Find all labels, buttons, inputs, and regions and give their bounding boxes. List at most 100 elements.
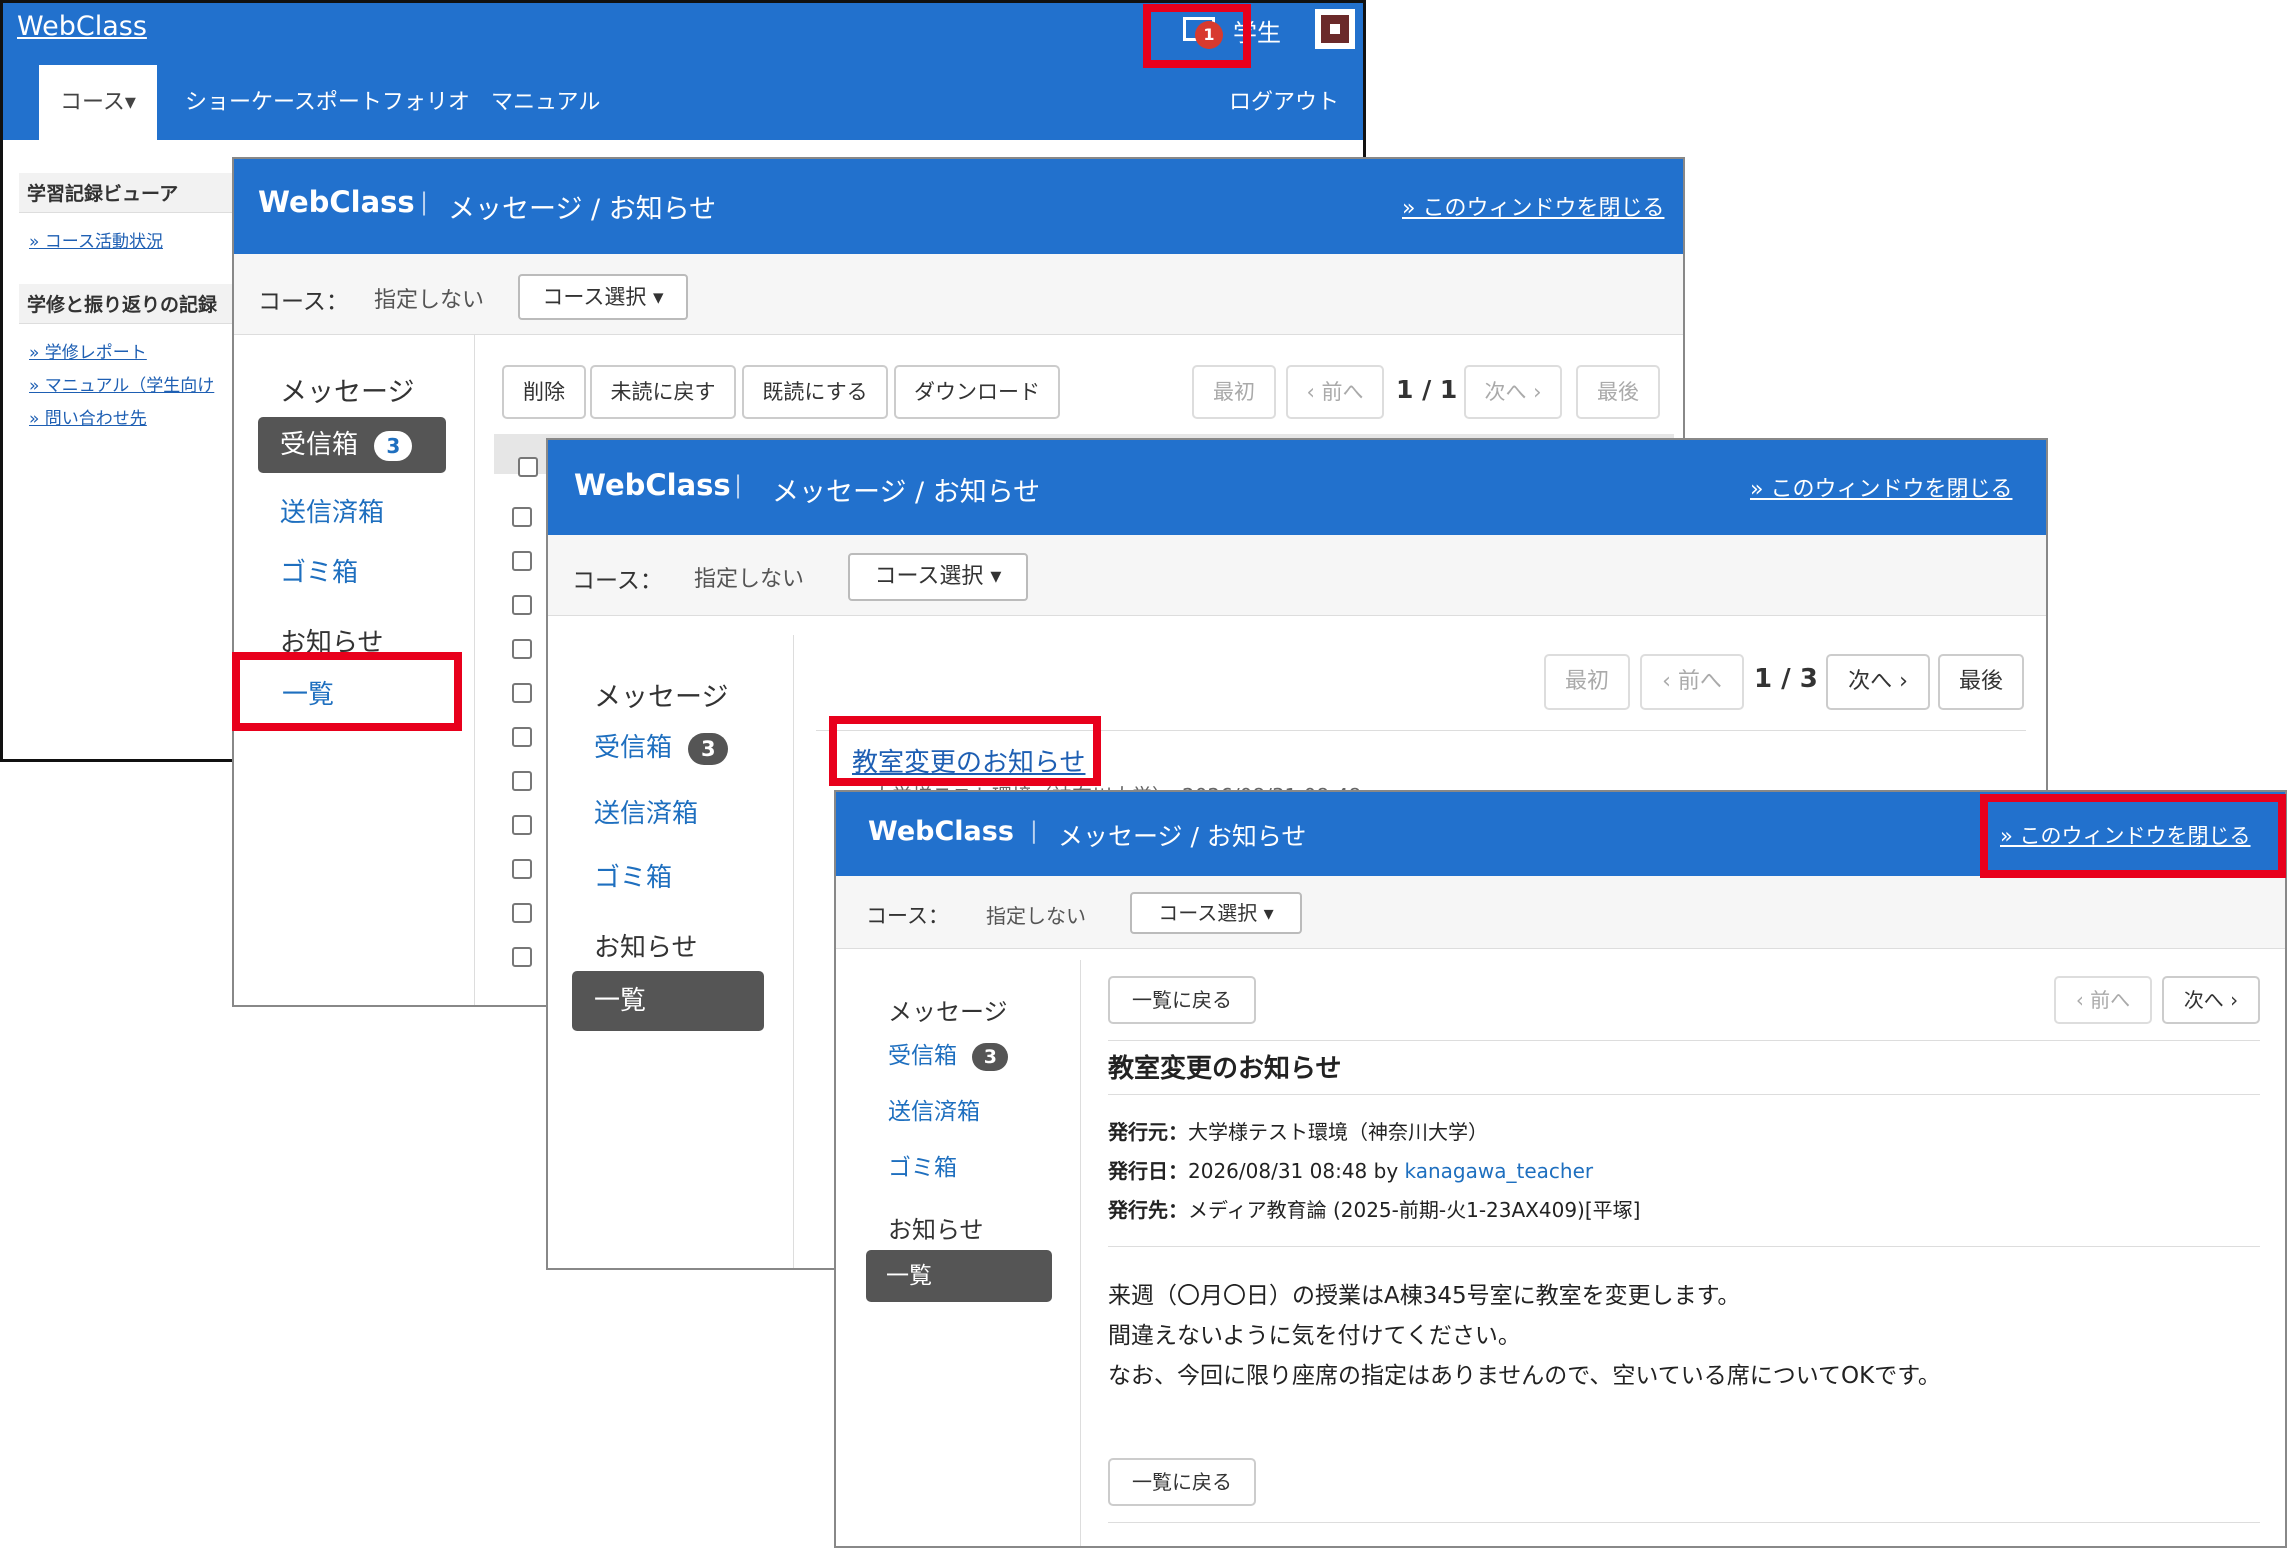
to-value: メディア教育論 (2025-前期-火1-23AX409)[平塚]: [1188, 1198, 1641, 1222]
sidebar-item-sent[interactable]: 送信済箱: [594, 793, 698, 830]
back-to-list-button-top[interactable]: 一覧に戻る: [1108, 976, 1256, 1024]
side-link-course-activity[interactable]: » コース活動状況: [19, 223, 239, 256]
inbox-label: 受信箱: [888, 1043, 957, 1069]
delete-button[interactable]: 削除: [502, 365, 586, 419]
course-bar: コース： 指定しない コース選択 ▾: [836, 876, 2285, 949]
sidebar-item-inbox[interactable]: 受信箱 3: [594, 727, 729, 765]
row-checkbox[interactable]: [512, 507, 532, 527]
messages-section-label: メッセージ: [888, 998, 1008, 1026]
pager-status: 1 / 1: [1396, 375, 1458, 404]
mail-count-badge[interactable]: 1: [1195, 21, 1223, 49]
course-select-button[interactable]: コース選択 ▾: [518, 274, 688, 320]
mark-read-button[interactable]: 既読にする: [742, 365, 888, 419]
detail-next-button[interactable]: 次へ ›: [2162, 976, 2260, 1024]
header-separator: |: [1030, 818, 1038, 844]
row-checkbox[interactable]: [512, 903, 532, 923]
body-line: 来週（〇月〇日）の授業はA棟345号室に教室を変更します。: [1108, 1283, 1741, 1309]
header-separator: |: [420, 188, 429, 216]
pager-status: 1 / 3: [1754, 664, 1818, 694]
detail-date-row: 発行日：2026/08/31 08:48 by kanagawa_teacher: [1108, 1155, 1593, 1184]
pager-next-button[interactable]: 次へ ›: [1464, 365, 1562, 419]
notices-section-label: お知らせ: [280, 628, 384, 658]
course-select-button[interactable]: コース選択 ▾: [1130, 892, 1302, 934]
pager-next-button[interactable]: 次へ ›: [1826, 654, 1930, 710]
from-label: 発行元：: [1108, 1120, 1188, 1144]
logout-link[interactable]: ログアウト: [1229, 65, 1339, 140]
header-logo: WebClass: [574, 468, 731, 502]
header-logo: WebClass: [258, 185, 415, 219]
detail-prev-button[interactable]: ‹ 前へ: [2054, 976, 2152, 1024]
row-checkbox[interactable]: [512, 595, 532, 615]
inbox-label: 受信箱: [280, 430, 359, 460]
side-nav: メッセージ 受信箱 3 送信済箱 ゴミ箱 お知らせ 一覧: [234, 334, 475, 1005]
row-checkbox[interactable]: [512, 815, 532, 835]
notices-section-label: お知らせ: [594, 933, 698, 963]
divider: [1108, 1246, 2260, 1247]
side-nav: メッセージ 受信箱 3 送信済箱 ゴミ箱 お知らせ 一覧: [836, 960, 1081, 1546]
sidebar-item-sent[interactable]: 送信済箱: [888, 1092, 980, 1126]
pager-prev-button[interactable]: ‹ 前へ: [1640, 654, 1744, 710]
nav-tab-manual[interactable]: マニュアル: [491, 65, 600, 140]
sidebar-item-trash[interactable]: ゴミ箱: [888, 1148, 957, 1182]
notice-title-link[interactable]: 教室変更のお知らせ: [852, 742, 1085, 779]
course-label: コース：: [572, 568, 663, 594]
avatar[interactable]: [1315, 9, 1355, 49]
window-header: WebClass | メッセージ / お知らせ » このウィンドウを閉じる: [836, 792, 2285, 876]
close-window-link[interactable]: » このウィンドウを閉じる: [1750, 471, 2012, 503]
side-section-title: 学修と振り返りの記録: [19, 284, 239, 324]
pager-last-button[interactable]: 最後: [1938, 654, 2024, 710]
top-bar: WebClass 1 学生 コース▾ ショーケースポートフォリオ マニュアル ロ…: [3, 3, 1363, 140]
sidebar-item-inbox[interactable]: 受信箱 3: [258, 417, 446, 473]
row-checkbox[interactable]: [512, 947, 532, 967]
pager-prev-button[interactable]: ‹ 前へ: [1286, 365, 1384, 419]
side-link-manual[interactable]: » マニュアル（学生向け: [19, 367, 239, 400]
select-all-checkbox[interactable]: [518, 457, 538, 477]
brand-link[interactable]: WebClass: [17, 11, 147, 42]
side-link-report[interactable]: » 学修レポート: [19, 334, 239, 367]
to-label: 発行先：: [1108, 1198, 1188, 1222]
download-button[interactable]: ダウンロード: [894, 365, 1060, 419]
nav-tab-showcase[interactable]: ショーケースポートフォリオ: [185, 65, 470, 140]
divider: [1108, 1094, 2260, 1095]
user-name[interactable]: 学生: [1233, 13, 1281, 48]
row-checkbox[interactable]: [512, 551, 532, 571]
detail-title: 教室変更のお知らせ: [1108, 1054, 1342, 1084]
sidebar-item-list[interactable]: 一覧: [572, 971, 764, 1031]
course-value: 指定しない: [374, 288, 485, 313]
sidebar-item-trash[interactable]: ゴミ箱: [280, 552, 358, 589]
sidebar-item-trash[interactable]: ゴミ箱: [594, 857, 672, 894]
window-header: WebClass | メッセージ / お知らせ » このウィンドウを閉じる: [234, 159, 1683, 254]
course-label: コース：: [258, 289, 349, 315]
header-title: メッセージ / お知らせ: [772, 477, 1041, 508]
course-select-button[interactable]: コース選択 ▾: [848, 553, 1028, 601]
mark-unread-button[interactable]: 未読に戻す: [590, 365, 736, 419]
side-panel: 学習記録ビューア » コース活動状況 学修と振り返りの記録 » 学修レポート »…: [19, 173, 239, 433]
sidebar-item-list[interactable]: 一覧: [282, 674, 334, 711]
close-window-link[interactable]: » このウィンドウを閉じる: [1402, 190, 1664, 222]
pager-last-button[interactable]: 最後: [1576, 365, 1660, 419]
nav-tab-course[interactable]: コース▾: [39, 65, 157, 140]
divider: [1108, 1522, 2260, 1523]
pager-first-button[interactable]: 最初: [1192, 365, 1276, 419]
author-link[interactable]: kanagawa_teacher: [1405, 1159, 1594, 1183]
header-title: メッセージ / お知らせ: [1058, 822, 1307, 851]
window-header: WebClass | メッセージ / お知らせ » このウィンドウを閉じる: [548, 440, 2046, 535]
close-window-link[interactable]: » このウィンドウを閉じる: [2000, 820, 2251, 850]
row-checkbox[interactable]: [512, 639, 532, 659]
sidebar-item-list[interactable]: 一覧: [866, 1250, 1052, 1302]
sidebar-item-sent[interactable]: 送信済箱: [280, 492, 384, 529]
pager-first-button[interactable]: 最初: [1544, 654, 1630, 710]
messages-section-label: メッセージ: [280, 377, 415, 408]
sidebar-item-inbox[interactable]: 受信箱 3: [888, 1036, 1009, 1071]
course-bar: コース： 指定しない コース選択 ▾: [548, 535, 2046, 616]
side-section-title: 学習記録ビューア: [19, 173, 239, 213]
side-link-contact[interactable]: » 問い合わせ先: [19, 400, 239, 433]
header-separator: |: [734, 471, 743, 499]
row-checkbox[interactable]: [512, 771, 532, 791]
back-to-list-button-bottom[interactable]: 一覧に戻る: [1108, 1458, 1256, 1506]
row-checkbox[interactable]: [512, 727, 532, 747]
row-checkbox[interactable]: [512, 859, 532, 879]
course-value: 指定しない: [694, 567, 805, 592]
row-checkbox[interactable]: [512, 683, 532, 703]
detail-from-row: 発行元：大学様テスト環境（神奈川大学）: [1108, 1116, 1488, 1145]
